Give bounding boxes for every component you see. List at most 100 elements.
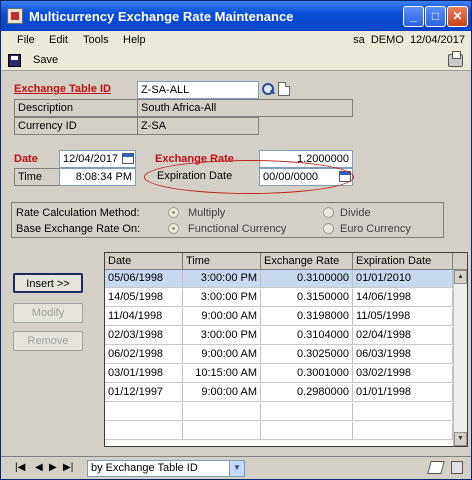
cell-expiration-date[interactable]: 03/02/1998 [353, 365, 453, 383]
table-header: Date Time Exchange Rate Expiration Date [105, 253, 467, 270]
modify-button[interactable]: Modify [13, 303, 83, 323]
cell-date[interactable] [105, 422, 183, 440]
cell-expiration-date[interactable]: 11/05/1998 [353, 308, 453, 326]
cell-time[interactable]: 3:00:00 PM [183, 327, 261, 345]
company-name: DEMO [370, 34, 404, 46]
cell-expiration-date[interactable]: 01/01/2010 [353, 270, 453, 288]
cell-exchange-rate[interactable]: 0.3001000 [261, 365, 353, 383]
cell-exchange-rate[interactable] [261, 403, 353, 421]
scroll-up-icon[interactable]: ▲ [454, 270, 467, 284]
header-expiration-date[interactable]: Expiration Date [353, 253, 453, 270]
euro-currency-label: Euro Currency [340, 223, 411, 235]
scroll-down-icon[interactable]: ▼ [454, 432, 467, 446]
cell-date[interactable]: 05/06/1998 [105, 270, 183, 288]
cell-date[interactable]: 03/01/1998 [105, 365, 183, 383]
calendar-icon[interactable] [122, 153, 134, 164]
cell-time[interactable]: 3:00:00 PM [183, 270, 261, 288]
euro-currency-radio[interactable] [323, 223, 334, 234]
menu-file[interactable]: File [17, 34, 35, 46]
remove-button[interactable]: Remove [13, 331, 83, 351]
table-row[interactable]: 11/04/1998 9:00:00 AM 0.3198000 11/05/1998 [105, 308, 453, 326]
save-button[interactable]: Save [33, 54, 58, 66]
table-row[interactable]: 14/05/1998 3:00:00 PM 0.3150000 14/06/1998 [105, 289, 453, 307]
note-icon[interactable] [278, 82, 290, 96]
save-icon[interactable] [8, 54, 21, 67]
multiply-radio[interactable] [168, 207, 179, 218]
cell-time[interactable]: 9:00:00 AM [183, 308, 261, 326]
exchange-table-id-label[interactable]: Exchange Table ID [14, 81, 139, 99]
minimize-button[interactable]: _ [403, 6, 424, 27]
cell-expiration-date[interactable]: 14/06/1998 [353, 289, 453, 307]
cell-time[interactable]: 9:00:00 AM [183, 346, 261, 364]
cell-expiration-date[interactable]: 06/03/1998 [353, 346, 453, 364]
cell-time[interactable] [183, 403, 261, 421]
menu-help[interactable]: Help [123, 34, 146, 46]
next-record-icon[interactable]: ▶ [49, 462, 57, 473]
table-row[interactable] [105, 403, 453, 421]
divide-label: Divide [340, 207, 371, 219]
cell-date[interactable]: 06/02/1998 [105, 346, 183, 364]
record-note-icon[interactable] [427, 461, 445, 474]
date-label: Date [14, 151, 54, 169]
cell-exchange-rate[interactable]: 0.3198000 [261, 308, 353, 326]
cell-exchange-rate[interactable]: 0.2980000 [261, 384, 353, 402]
table-row[interactable]: 02/03/1998 3:00:00 PM 0.3104000 02/04/1998 [105, 327, 453, 345]
cell-date[interactable] [105, 403, 183, 421]
cell-time[interactable]: 10:15:00 AM [183, 365, 261, 383]
cell-exchange-rate[interactable]: 0.3025000 [261, 346, 353, 364]
toolbar: Save [1, 51, 471, 71]
functional-currency-label: Functional Currency [188, 223, 287, 235]
cell-exchange-rate[interactable]: 0.3150000 [261, 289, 353, 307]
cell-exchange-rate[interactable]: 0.3100000 [261, 270, 353, 288]
menu-tools[interactable]: Tools [83, 34, 109, 46]
table-row[interactable]: 03/01/1998 10:15:00 AM 0.3001000 03/02/1998 [105, 365, 453, 383]
functional-currency-radio[interactable] [168, 223, 179, 234]
table-row[interactable] [105, 422, 453, 440]
divide-radio[interactable] [323, 207, 334, 218]
cell-expiration-date[interactable] [353, 422, 453, 440]
menu-edit[interactable]: Edit [49, 34, 68, 46]
exchange-rate-table: Date Time Exchange Rate Expiration Date … [104, 252, 468, 447]
last-record-icon[interactable]: ▶| [63, 462, 73, 473]
sort-by-select[interactable]: by Exchange Table ID ▼ [87, 460, 245, 477]
cell-time[interactable] [183, 422, 261, 440]
cell-date[interactable]: 01/12/1997 [105, 384, 183, 402]
first-record-icon[interactable]: |◀ [15, 462, 25, 473]
cell-exchange-rate[interactable]: 0.3104000 [261, 327, 353, 345]
header-time[interactable]: Time [183, 253, 261, 270]
close-button[interactable]: ✕ [447, 6, 468, 27]
header-date[interactable]: Date [105, 253, 183, 270]
options-group: Rate Calculation Method: Multiply Divide… [11, 202, 444, 238]
cell-date[interactable]: 02/03/1998 [105, 327, 183, 345]
sort-by-value: by Exchange Table ID [91, 462, 198, 474]
time-label: Time [14, 168, 60, 186]
cell-expiration-date[interactable]: 01/01/1998 [353, 384, 453, 402]
currency-id-field: Z-SA [137, 117, 259, 135]
vertical-scrollbar[interactable]: ▲ ▼ [453, 270, 467, 446]
lookup-icon[interactable] [261, 82, 276, 97]
maximize-button[interactable]: □ [425, 6, 446, 27]
header-exchange-rate[interactable]: Exchange Rate [261, 253, 353, 270]
table-row[interactable]: 06/02/1998 9:00:00 AM 0.3025000 06/03/1998 [105, 346, 453, 364]
title-bar: Multicurrency Exchange Rate Maintenance … [1, 1, 471, 31]
window-title: Multicurrency Exchange Rate Maintenance [29, 9, 294, 24]
cell-time[interactable]: 9:00:00 AM [183, 384, 261, 402]
insert-button[interactable]: Insert >> [13, 273, 83, 293]
previous-record-icon[interactable]: ◀ [35, 462, 43, 473]
table-row[interactable]: 05/06/1998 3:00:00 PM 0.3100000 01/01/2010 [105, 270, 453, 288]
cell-expiration-date[interactable] [353, 403, 453, 421]
cell-expiration-date[interactable]: 02/04/1998 [353, 327, 453, 345]
cell-date[interactable]: 11/04/1998 [105, 308, 183, 326]
cell-exchange-rate[interactable] [261, 422, 353, 440]
rate-calc-label: Rate Calculation Method: [16, 207, 140, 219]
exchange-rate-window: Multicurrency Exchange Rate Maintenance … [0, 0, 472, 480]
description-label: Description [14, 99, 138, 117]
cell-time[interactable]: 3:00:00 PM [183, 289, 261, 307]
chevron-down-icon[interactable]: ▼ [229, 461, 244, 476]
table-row[interactable]: 01/12/1997 9:00:00 AM 0.2980000 01/01/1998 [105, 384, 453, 402]
help-icon[interactable] [451, 461, 463, 474]
printer-icon[interactable] [448, 51, 463, 67]
exchange-table-id-field[interactable]: Z-SA-ALL [137, 81, 259, 99]
cell-date[interactable]: 14/05/1998 [105, 289, 183, 307]
time-field[interactable]: 8:08:34 PM [59, 168, 136, 186]
